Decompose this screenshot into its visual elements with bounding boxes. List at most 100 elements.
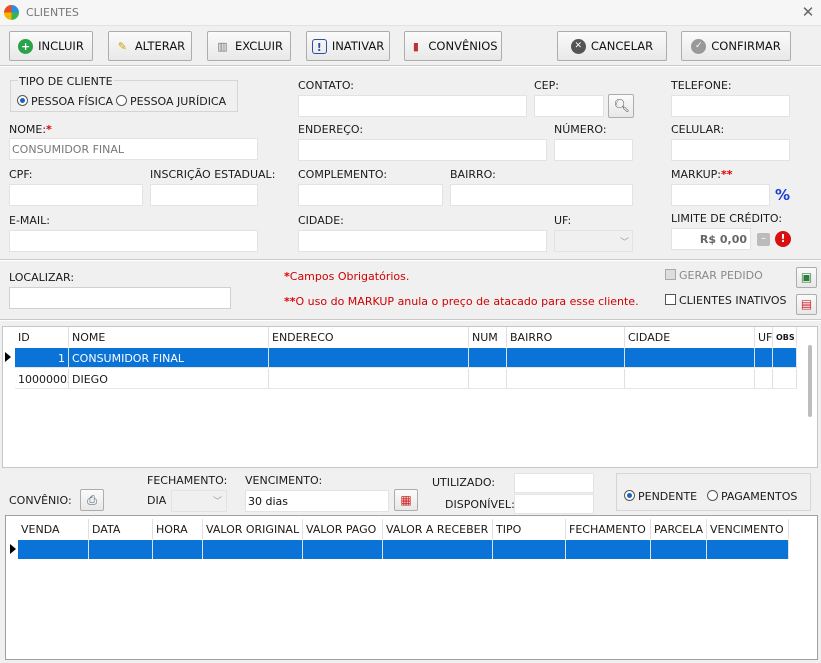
sales-grid[interactable]: VENDA DATA HORA VALOR ORIGINAL VALOR PAGO VAL… xyxy=(5,515,818,660)
cep-search-button[interactable]: 🔍︎ xyxy=(608,94,634,118)
column-header-num[interactable]: NUM xyxy=(469,327,507,347)
column-header-valor-original[interactable]: VALOR ORIGINAL xyxy=(203,519,303,539)
table-cell-nome[interactable]: DIEGO xyxy=(69,369,269,389)
table-cell-uf[interactable] xyxy=(755,348,773,368)
column-header-valor-pago[interactable]: VALOR PAGO xyxy=(303,519,383,539)
cep-input[interactable] xyxy=(534,95,604,117)
table-cell-obs[interactable] xyxy=(773,348,797,368)
table-cell-id[interactable]: 10000002 xyxy=(15,369,69,389)
email-label: E-MAIL: xyxy=(9,214,51,227)
report-button[interactable]: ▤ xyxy=(796,294,817,315)
table-cell[interactable] xyxy=(203,540,303,559)
column-header-endereco[interactable]: ENDERECO xyxy=(269,327,469,347)
table-cell-nome[interactable]: CONSUMIDOR FINAL xyxy=(69,348,269,368)
note-markup: **O uso do MARKUP anula o preço de ataca… xyxy=(284,295,639,308)
table-cell[interactable] xyxy=(89,540,153,559)
inscricao-label: INSCRIÇÃO ESTADUAL: xyxy=(150,168,276,181)
table-cell[interactable] xyxy=(707,540,789,559)
gerar-pedido-checkbox[interactable]: GERAR PEDIDO xyxy=(665,269,763,282)
close-icon[interactable]: ✕ xyxy=(799,3,817,21)
cpf-input[interactable] xyxy=(9,184,143,206)
complemento-label: COMPLEMENTO: xyxy=(298,168,388,181)
table-cell[interactable] xyxy=(383,540,493,559)
scrollbar[interactable] xyxy=(808,345,812,417)
column-header-nome[interactable]: NOME xyxy=(69,327,269,347)
column-header-valor-a-receber[interactable]: VALOR A RECEBER xyxy=(383,519,493,539)
utilizado-label: UTILIZADO: xyxy=(432,476,496,489)
table-cell-num[interactable] xyxy=(469,348,507,368)
table-cell[interactable] xyxy=(566,540,651,559)
vencimento-label: VENCIMENTO: xyxy=(245,474,323,487)
row-pointer-icon xyxy=(5,352,11,362)
uf-select[interactable]: ﹀ xyxy=(554,230,633,252)
table-cell[interactable] xyxy=(651,540,707,559)
column-header-uf[interactable]: UF xyxy=(755,327,773,347)
table-cell-cidade[interactable] xyxy=(625,369,755,389)
localizar-label: LOCALIZAR: xyxy=(9,271,75,284)
table-cell-bairro[interactable] xyxy=(507,348,625,368)
clientes-inativos-checkbox[interactable]: CLIENTES INATIVOS xyxy=(665,294,786,307)
email-input[interactable] xyxy=(9,230,258,252)
column-header-tipo[interactable]: TIPO xyxy=(493,519,566,539)
column-header-id[interactable]: ID xyxy=(15,327,69,347)
numero-input[interactable] xyxy=(554,139,633,161)
print-button[interactable]: ⎙ xyxy=(80,489,104,511)
cidade-input[interactable] xyxy=(298,230,547,252)
table-cell-uf[interactable] xyxy=(755,369,773,389)
table-cell-cidade[interactable] xyxy=(625,348,755,368)
radio-pessoa-fisica[interactable]: PESSOA FÍSICA xyxy=(17,95,113,108)
column-header-bairro[interactable]: BAIRRO xyxy=(507,327,625,347)
column-header-parcela[interactable]: PARCELA xyxy=(651,519,707,539)
column-header-venda[interactable]: VENDA xyxy=(18,519,89,539)
table-cell-obs[interactable] xyxy=(773,369,797,389)
alterar-label: ALTERAR xyxy=(134,39,186,53)
cancelar-button[interactable]: ✕ CANCELAR xyxy=(557,31,667,61)
confirmar-button[interactable]: ✓ CONFIRMAR xyxy=(681,31,791,61)
telefone-input[interactable] xyxy=(671,95,790,117)
inscricao-input[interactable] xyxy=(150,184,258,206)
table-cell[interactable] xyxy=(303,540,383,559)
radio-pagamentos[interactable]: PAGAMENTOS xyxy=(707,490,797,503)
incluir-button[interactable]: + INCLUIR xyxy=(9,31,93,61)
excluir-button[interactable]: ▥ EXCLUIR xyxy=(207,31,291,61)
magnifier-icon: 🔍︎ xyxy=(613,98,631,114)
radio-pendente[interactable]: PENDENTE xyxy=(624,490,697,503)
cancelar-label: CANCELAR xyxy=(590,39,654,53)
nome-input[interactable]: CONSUMIDOR FINAL xyxy=(9,138,258,160)
inativar-button[interactable]: ! INATIVAR xyxy=(306,31,390,61)
pessoa-juridica-label: PESSOA JURÍDICA xyxy=(130,95,227,108)
table-cell-bairro[interactable] xyxy=(507,369,625,389)
celular-input[interactable] xyxy=(671,139,790,161)
radio-pessoa-juridica[interactable]: PESSOA JURÍDICA xyxy=(116,95,226,108)
calendar-button[interactable]: ▦ xyxy=(394,489,418,511)
contato-input[interactable] xyxy=(298,95,527,117)
endereco-input[interactable] xyxy=(298,139,547,161)
vencimento-input[interactable]: 30 dias xyxy=(245,490,389,512)
printer-icon: ⎙ xyxy=(87,492,97,507)
complemento-input[interactable] xyxy=(298,184,443,206)
table-cell-num[interactable] xyxy=(469,369,507,389)
clients-grid[interactable]: ID NOME ENDERECO NUM BAIRRO CIDADE UF OBS 1 CONS… xyxy=(2,326,818,468)
markup-input[interactable] xyxy=(671,184,770,206)
save-button[interactable]: ▣ xyxy=(796,267,817,288)
column-header-obs[interactable]: OBS xyxy=(773,327,797,347)
column-header-cidade[interactable]: CIDADE xyxy=(625,327,755,347)
table-cell-endereco[interactable] xyxy=(269,348,469,368)
column-header-vencimento[interactable]: VENCIMENTO xyxy=(707,519,789,539)
minus-icon[interactable]: – xyxy=(757,233,770,246)
table-cell[interactable] xyxy=(493,540,566,559)
table-cell-id[interactable]: 1 xyxy=(15,348,69,368)
checkbox-icon xyxy=(665,294,676,305)
limite-input[interactable]: R$ 0,00 xyxy=(671,228,751,250)
localizar-input[interactable] xyxy=(9,287,231,309)
table-cell[interactable] xyxy=(18,540,89,559)
column-header-data[interactable]: DATA xyxy=(89,519,153,539)
table-cell-endereco[interactable] xyxy=(269,369,469,389)
alterar-button[interactable]: ✎ ALTERAR xyxy=(108,31,192,61)
column-header-fechamento[interactable]: FECHAMENTO xyxy=(566,519,651,539)
cidade-label: CIDADE: xyxy=(298,214,344,227)
convenios-button[interactable]: ▮ CONVÊNIOS xyxy=(404,31,502,61)
bairro-input[interactable] xyxy=(450,184,633,206)
column-header-hora[interactable]: HORA xyxy=(153,519,203,539)
table-cell[interactable] xyxy=(153,540,203,559)
